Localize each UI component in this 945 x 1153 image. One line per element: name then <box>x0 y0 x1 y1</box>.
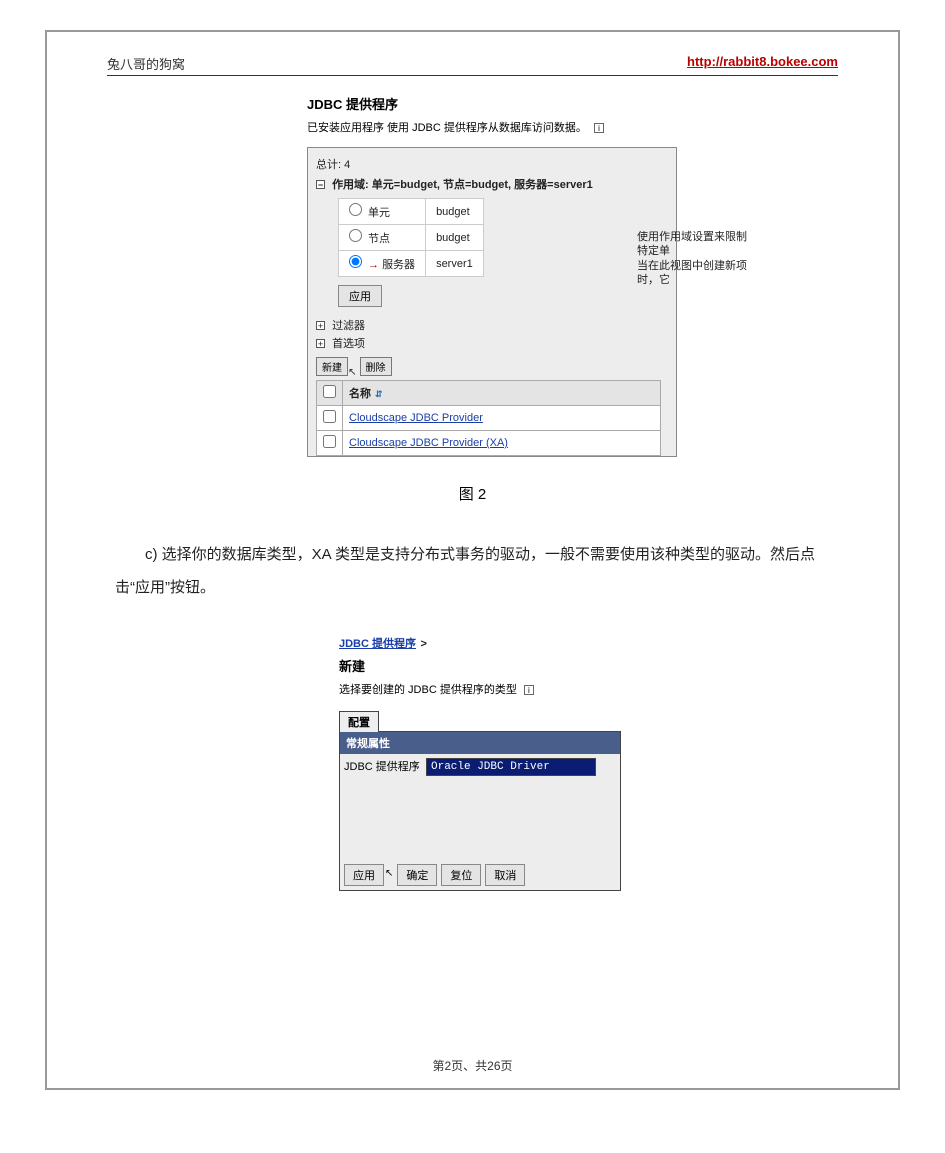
blog-name: 兔八哥的狗窝 <box>107 54 185 73</box>
paragraph-c: c) 选择你的数据库类型，XA 类型是支持分布式事务的驱动，一般不需要使用该种类… <box>115 538 830 604</box>
info-icon[interactable]: i <box>524 685 534 695</box>
general-properties-bar: 常规属性 <box>340 732 620 754</box>
providers-table: 名称⇵ Cloudscape JDBC Provider Cloudscape … <box>316 380 661 456</box>
cursor-icon: ↖ <box>385 868 393 890</box>
new-button[interactable]: 新建 <box>316 357 348 376</box>
figure-1: JDBC 提供程序 已安装应用程序 使用 JDBC 提供程序从数据库访问数据。 … <box>307 94 838 457</box>
page-footer: 第2页、共26页 <box>47 1057 898 1074</box>
row-checkbox[interactable] <box>323 410 336 423</box>
blog-url-link[interactable]: http://rabbit8.bokee.com <box>687 54 838 73</box>
radio-cell[interactable] <box>349 203 362 216</box>
ok-button[interactable]: 确定 <box>397 864 437 886</box>
figure-1-caption: 图 2 <box>107 483 838 504</box>
tab-body: 常规属性 JDBC 提供程序 Oracle JDBC Driver 应用 ↖ 确… <box>339 731 621 891</box>
total-count: 总计: 4 <box>316 156 668 172</box>
select-all-checkbox[interactable] <box>323 385 336 398</box>
breadcrumb-link[interactable]: JDBC 提供程序 <box>339 638 416 650</box>
page: 兔八哥的狗窝 http://rabbit8.bokee.com JDBC 提供程… <box>45 30 900 1090</box>
radio-node[interactable] <box>349 229 362 242</box>
info-icon[interactable]: i <box>594 123 604 133</box>
scope-row-node: 节点 budget <box>339 225 484 251</box>
breadcrumb-sep: > <box>420 638 426 650</box>
row-checkbox[interactable] <box>323 435 336 448</box>
figure-2: JDBC 提供程序 > 新建 选择要创建的 JDBC 提供程序的类型 i 配置 … <box>339 634 838 891</box>
scope-help-text: 使用作用域设置来限制特定单 当在此视图中创建新项时，它 <box>637 230 747 287</box>
scope-table: 单元 budget 节点 budget → 服务器 server1 <box>338 198 484 277</box>
filter-row[interactable]: + 过滤器 <box>316 317 668 333</box>
reset-button[interactable]: 复位 <box>441 864 481 886</box>
table-action-row: 新建 ↖ 删除 <box>316 357 668 376</box>
new-title: 新建 <box>339 656 838 675</box>
tab-row: 配置 <box>339 711 621 732</box>
apply-button[interactable]: 应用 <box>344 864 384 886</box>
provider-select[interactable]: Oracle JDBC Driver <box>426 758 596 776</box>
scope-row-cell: 单元 budget <box>339 199 484 225</box>
table-row: Cloudscape JDBC Provider <box>317 406 661 431</box>
provider-link[interactable]: Cloudscape JDBC Provider (XA) <box>349 437 508 449</box>
page-header: 兔八哥的狗窝 http://rabbit8.bokee.com <box>107 54 838 76</box>
expand-icon[interactable]: + <box>316 339 325 348</box>
cancel-button[interactable]: 取消 <box>485 864 525 886</box>
provider-row: JDBC 提供程序 Oracle JDBC Driver <box>340 754 620 780</box>
jdbc-scope-panel: 总计: 4 − 作用域: 单元=budget, 节点=budget, 服务器=s… <box>307 147 677 457</box>
collapse-icon[interactable]: − <box>316 180 325 189</box>
config-button-row: 应用 ↖ 确定 复位 取消 <box>340 860 620 890</box>
table-row: Cloudscape JDBC Provider (XA) <box>317 431 661 456</box>
provider-link[interactable]: Cloudscape JDBC Provider <box>349 412 483 424</box>
delete-button[interactable]: 删除 <box>360 357 392 376</box>
breadcrumb: JDBC 提供程序 > <box>339 634 838 652</box>
scope-row-server: → 服务器 server1 <box>339 251 484 277</box>
radio-server[interactable] <box>349 255 362 268</box>
jdbc-panel-title: JDBC 提供程序 <box>307 94 838 113</box>
cursor-icon: ↖ <box>348 367 356 378</box>
jdbc-panel-subtitle: 已安装应用程序 使用 JDBC 提供程序从数据库访问数据。 i <box>307 119 838 135</box>
sort-icon[interactable]: ⇵ <box>375 389 383 399</box>
name-column-header[interactable]: 名称⇵ <box>343 381 661 406</box>
scope-header: − 作用域: 单元=budget, 节点=budget, 服务器=server1 <box>316 176 668 192</box>
apply-scope-button[interactable]: 应用 <box>338 285 382 307</box>
expand-icon[interactable]: + <box>316 321 325 330</box>
panel-filler <box>340 780 620 860</box>
new-subtitle: 选择要创建的 JDBC 提供程序的类型 i <box>339 681 838 697</box>
tab-config[interactable]: 配置 <box>339 711 379 732</box>
provider-field-label: JDBC 提供程序 <box>340 754 426 780</box>
config-panel: 配置 常规属性 JDBC 提供程序 Oracle JDBC Driver 应用 … <box>339 711 621 891</box>
prefs-row[interactable]: + 首选项 <box>316 335 668 351</box>
